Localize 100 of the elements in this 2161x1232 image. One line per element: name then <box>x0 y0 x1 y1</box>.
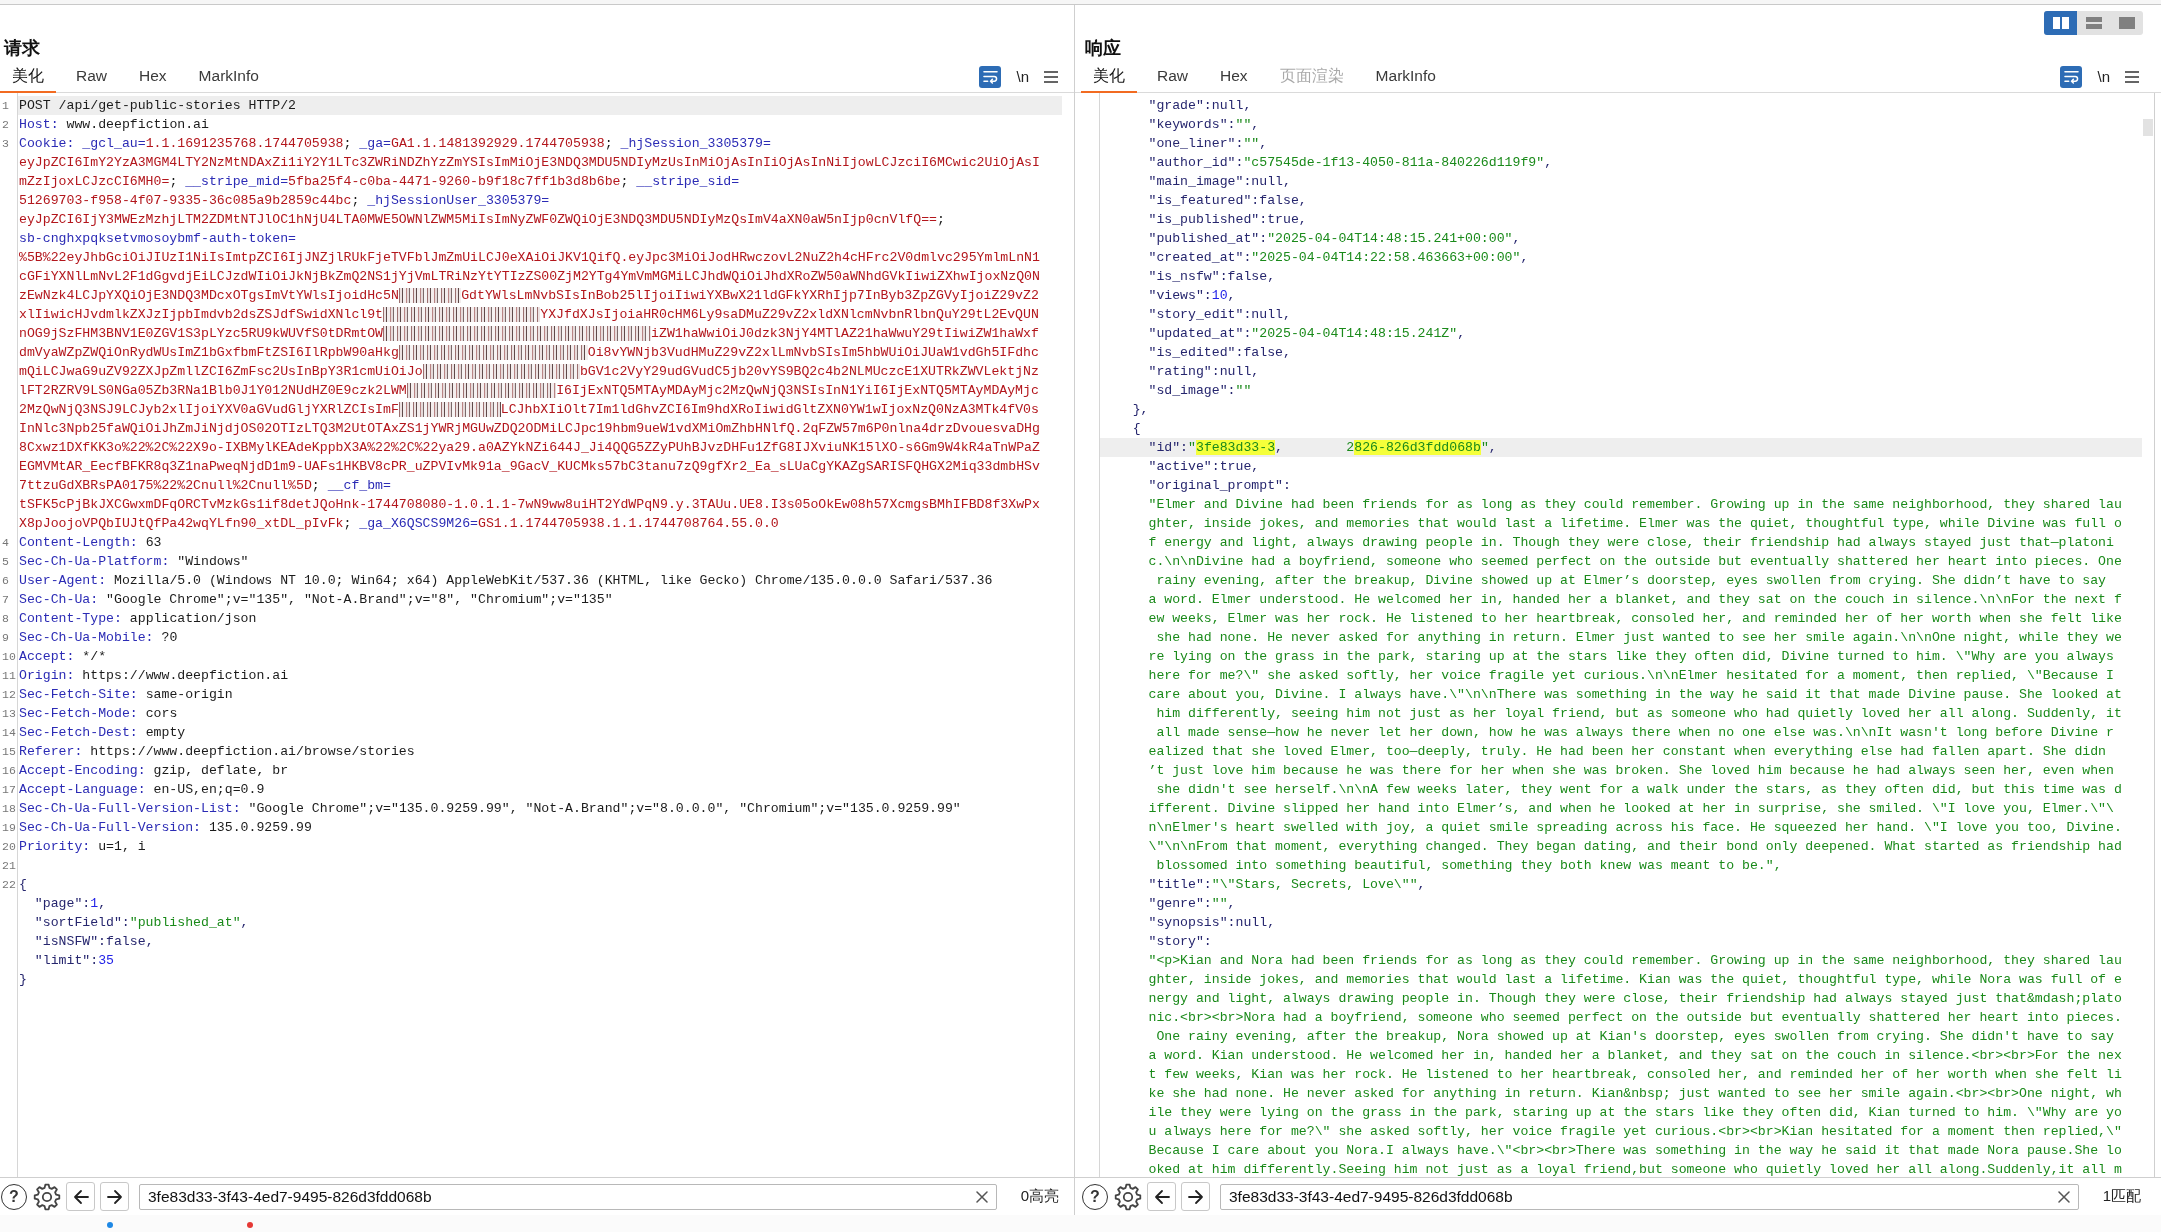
code-line: 7ttzuGdXBRsPA0175%22%2Cnull%2Cnull%5D; __cf_bm= <box>19 478 391 493</box>
code-line: Priority: u=1, i <box>19 839 146 854</box>
code-line: User-Agent: Mozilla/5.0 (Windows NT 10.0; Win64; x64) AppleWebKit/537.36 (KHTML, like Gecko) Chrome/135.0.0.0 Safari/537.36 <box>19 573 993 588</box>
tab[interactable]: Raw <box>1145 61 1200 93</box>
search-field[interactable]: 3fe83d33-3f43-4ed7-9495-826d3fdd068b <box>1220 1183 2079 1210</box>
blurred-text-patch <box>398 288 462 303</box>
code-line: \"\n\nFrom that moment, everything changed. They began dating, and their bond only deepened. What started as friendship had <box>1148 839 2122 854</box>
line-number: 15 <box>2 745 16 758</box>
line-number: 11 <box>2 669 16 682</box>
code-line: a word. Elmer understood. He welcomed her in, handed her a blanket, and they sat on the couch in silence.\n\nFor the next f <box>1148 592 2122 607</box>
code-line: nergy and light, always drawing people in. Though they were close, their friendship had always stayed just that&mdash;plato <box>1148 991 2122 1006</box>
code-line: Sec-Ch-Ua-Mobile: ?0 <box>19 630 178 645</box>
line-number: 12 <box>2 688 16 701</box>
code-line: Sec-Fetch-Dest: empty <box>19 725 186 740</box>
code-line: { <box>1132 421 1141 436</box>
line-number: 8 <box>2 612 9 625</box>
tab[interactable]: 美化 <box>0 61 56 93</box>
code-line: eyJpZCI6IjY3MWEzMzhjLTM2ZDMtNTJlOC1hNjU4LTA0MWE5OWNlZWM5MiIsImNyZWF0ZWQiOjE3NDQ3MDU5NDIyMzQsImV4aXN0aW5nIjp0cnVlfQ==; <box>19 212 945 227</box>
code-line: { <box>19 877 27 892</box>
code-line: she didn't see herself.\n\nA few weeks later, they went for a walk under the stars, as they often did, but this time was d <box>1155 782 2122 797</box>
match-count: 0高亮 <box>1020 1187 1059 1206</box>
newline-toggle-button[interactable]: \n <box>1016 68 1029 85</box>
code-line: all made sense—how he never let her down, how he was always there when no one else was.\n\nIt wasn't long before Divine r <box>1155 725 2114 740</box>
code-line: blossomed into something beautiful, something they both knew was meant to be.", <box>1155 858 1782 873</box>
code-line: Origin: https://www.deepfiction.ai <box>19 668 289 683</box>
code-line: "title":"\"Stars, Secrets, Love\"", <box>1148 877 1426 892</box>
previous-match-button[interactable] <box>1147 1182 1176 1211</box>
newline-toggle-button[interactable]: \n <box>2097 68 2110 85</box>
previous-match-button[interactable] <box>66 1182 95 1211</box>
code-line: "is_nsfw":false, <box>1148 269 1276 284</box>
search-field[interactable]: 3fe83d33-3f43-4ed7-9495-826d3fdd068b <box>139 1183 997 1210</box>
code-line: Sec-Fetch-Site: same-origin <box>19 687 233 702</box>
code-line: here for me?\" she asked softly, her voice fragile yet curious.\n\nElmer hesitated for a moment, then replied, \"Because I <box>1148 668 2114 683</box>
code-text: iZW1haWwiOiJ0dzk3NjY4MTlAZ21haWwuY29tIiwiZW1haWxf <box>651 325 1039 343</box>
panel-title: 响应 <box>1084 37 1122 60</box>
menu-icon[interactable] <box>1044 70 1058 83</box>
code-text: I6IjExNTQ5MTAyMDAyMjc2MzQwNjQ3NSIsInN1YiI6IjExNTQ5MTAyMDAyMjc <box>556 382 1039 400</box>
code-line: "limit":35 <box>34 953 114 968</box>
code-line: "story_edit":null, <box>1148 307 1291 322</box>
code-line: Cookie: _gcl_au=1.1.1691235768.1744705938; _ga=GA1.1.1481392929.1744705938; _hjSession_3305379= <box>19 136 771 151</box>
code-line: "isNSFW":false, <box>34 934 154 949</box>
arrow-right-icon <box>106 1188 123 1205</box>
line-number: 10 <box>2 650 16 663</box>
code-line: "updated_at":"2025-04-04T14:48:15.241Z", <box>1148 326 1466 341</box>
code-line: oked at him differently.Seeing him not just as a loyal friend,but someone who quietly loved her all along.Suddenly,it all m <box>1148 1162 2122 1177</box>
clear-icon[interactable] <box>975 1190 988 1203</box>
code-line: 8Cxwz1DXfKK3o%22%2C%22X9o-IXBMylKEAdeKppbX3A%22%2C%22ya29.a0AZYkNZi644J_Ji4QQG5ZZyPUhBJvzDHFu1ZfG8IJXviuNK15lXO-s6Gm9W4kR4aTnWPaZ <box>19 440 1040 455</box>
line-number: 13 <box>2 707 16 720</box>
menu-icon[interactable] <box>2125 70 2139 83</box>
code-line: Sec-Fetch-Mode: cors <box>19 706 178 721</box>
code-line: Sec-Ch-Ua-Platform: "Windows" <box>19 554 249 569</box>
tab[interactable]: Raw <box>64 61 119 93</box>
code-text: dmVyaWZpZWQiOnRydWUsImZ1bGxfbmFtZSI6IlRpbW90aHkg <box>19 344 399 362</box>
tab[interactable]: Hex <box>127 61 179 93</box>
code-line: Content-Type: application/json <box>19 611 257 626</box>
code-line: u always here for me?\" she asked softly, her voice fragile yet curious.<br><br>Kian hesitated for a moment then replied,\" <box>1148 1124 2122 1139</box>
help-button[interactable]: ? <box>1 1183 27 1210</box>
code-line: cGFiYXNlLmNvL2F1dGgvdjEiLCJzdWIiOiJkNjBkZmQ2NS1jYjVmLTRiNzYtYTIzZS00ZjM2YTg4YmVmMGMiLCJhdWQiOiJhdXRoZW50aWNhdGVkIiwiZXhwIjoxNzQ0N <box>19 269 1040 284</box>
clear-icon[interactable] <box>2057 1190 2070 1203</box>
tab[interactable]: Hex <box>1208 61 1260 93</box>
wrap-lines-button[interactable] <box>2060 65 2083 88</box>
next-match-button[interactable] <box>100 1182 129 1211</box>
wrap-lines-icon <box>2064 69 2079 84</box>
tab[interactable]: 美化 <box>1081 61 1137 93</box>
code-line: nic.<br><br>Nora had a boyfriend, someone who seemed perfect on the outside but eventually shattered her heart into pieces. <box>1148 1010 2122 1025</box>
code-line: "main_image":null, <box>1148 174 1291 189</box>
wrap-lines-button[interactable] <box>979 65 1002 88</box>
line-number: 19 <box>2 821 16 834</box>
code-line: ifferent. Divine slipped her hand into Elmer’s, and when he looked at her in surprise, she smiled. \"I love you, Elmer.\"\ <box>1148 801 2114 816</box>
code-line: ke she had none. He never asked for anything in return. Kian&nbsp; just wanted to see her smile again.<br><br>One night, wh <box>1148 1086 2122 1101</box>
settings-icon[interactable] <box>1114 1182 1142 1211</box>
layout-button[interactable] <box>2044 11 2077 35</box>
code-line: X8pJoojoVPQbIUJtQfPa42wqYLfn90_xtDL_pIvFk; _ga_X6QSCS9M26=GS1.1.1744705938.1.1.1744708764.55.0.0 <box>19 516 779 531</box>
code-line: care about you, Divine. I always have.\"\n\nThere was something in the way he said it that made Divine pause. She looked at <box>1148 687 2122 702</box>
tab[interactable]: MarkInfo <box>186 61 271 93</box>
code-line: "original_prompt": <box>1148 478 1291 493</box>
match-count: 1匹配 <box>2102 1187 2141 1206</box>
single-pane-icon <box>2118 17 2135 29</box>
line-number: 16 <box>2 764 16 777</box>
code-text: lFT2RZRV9LS0NGa05Zb3RNa1Blb0J1Y012NUdHZ0E9czk2LWM <box>19 382 407 400</box>
code-line: "grade":null, <box>1148 98 1252 113</box>
settings-icon[interactable] <box>33 1182 61 1211</box>
code-line: ew weeks, Elmer was her rock. He listened to her heartbreak, consoled her, and reminded her of her worth when she felt like <box>1148 611 2122 626</box>
scrollbar-thumb[interactable] <box>2143 119 2153 136</box>
line-number: 14 <box>2 726 16 739</box>
code-text: Oi8vYWNjb3VudHMuZ29vZ2xlLmNvbSIsIm5hbWUiOiJUaW1vdGh5IFdhc <box>587 344 1039 362</box>
two-columns-icon <box>2052 17 2069 29</box>
code-line: "active":true, <box>1148 459 1260 474</box>
code-line: "id":"3fe83d33-3, 2826-826d3fdd068b", <box>1148 440 1497 455</box>
tab[interactable]: MarkInfo <box>1363 61 1448 93</box>
code-line: eyJpZCI6ImY2YzA3MGM4LTY2NzMtNDAxZi1iY2Y1LTc3ZWRiNDZhYzZmYSIsImMiOjE3NDQ3MDU5NDIyMzUsInMiOjAsInIiOjAsInNiIjowLCJzciI6MCwic2UiOjAsI <box>19 155 1040 170</box>
code-line: sb-cnghxpqksetvmosoybmf-auth-token= <box>19 231 296 246</box>
line-number: 22 <box>2 878 16 891</box>
code-line: "sd_image":"" <box>1148 383 1252 398</box>
next-match-button[interactable] <box>1181 1182 1210 1211</box>
arrow-left-icon <box>1153 1188 1170 1205</box>
code-line: POST /api/get-public-stories HTTP/2 <box>19 98 296 113</box>
code-line: "views":10, <box>1148 288 1236 303</box>
arrow-left-icon <box>72 1188 89 1205</box>
help-button[interactable]: ? <box>1082 1183 1108 1210</box>
